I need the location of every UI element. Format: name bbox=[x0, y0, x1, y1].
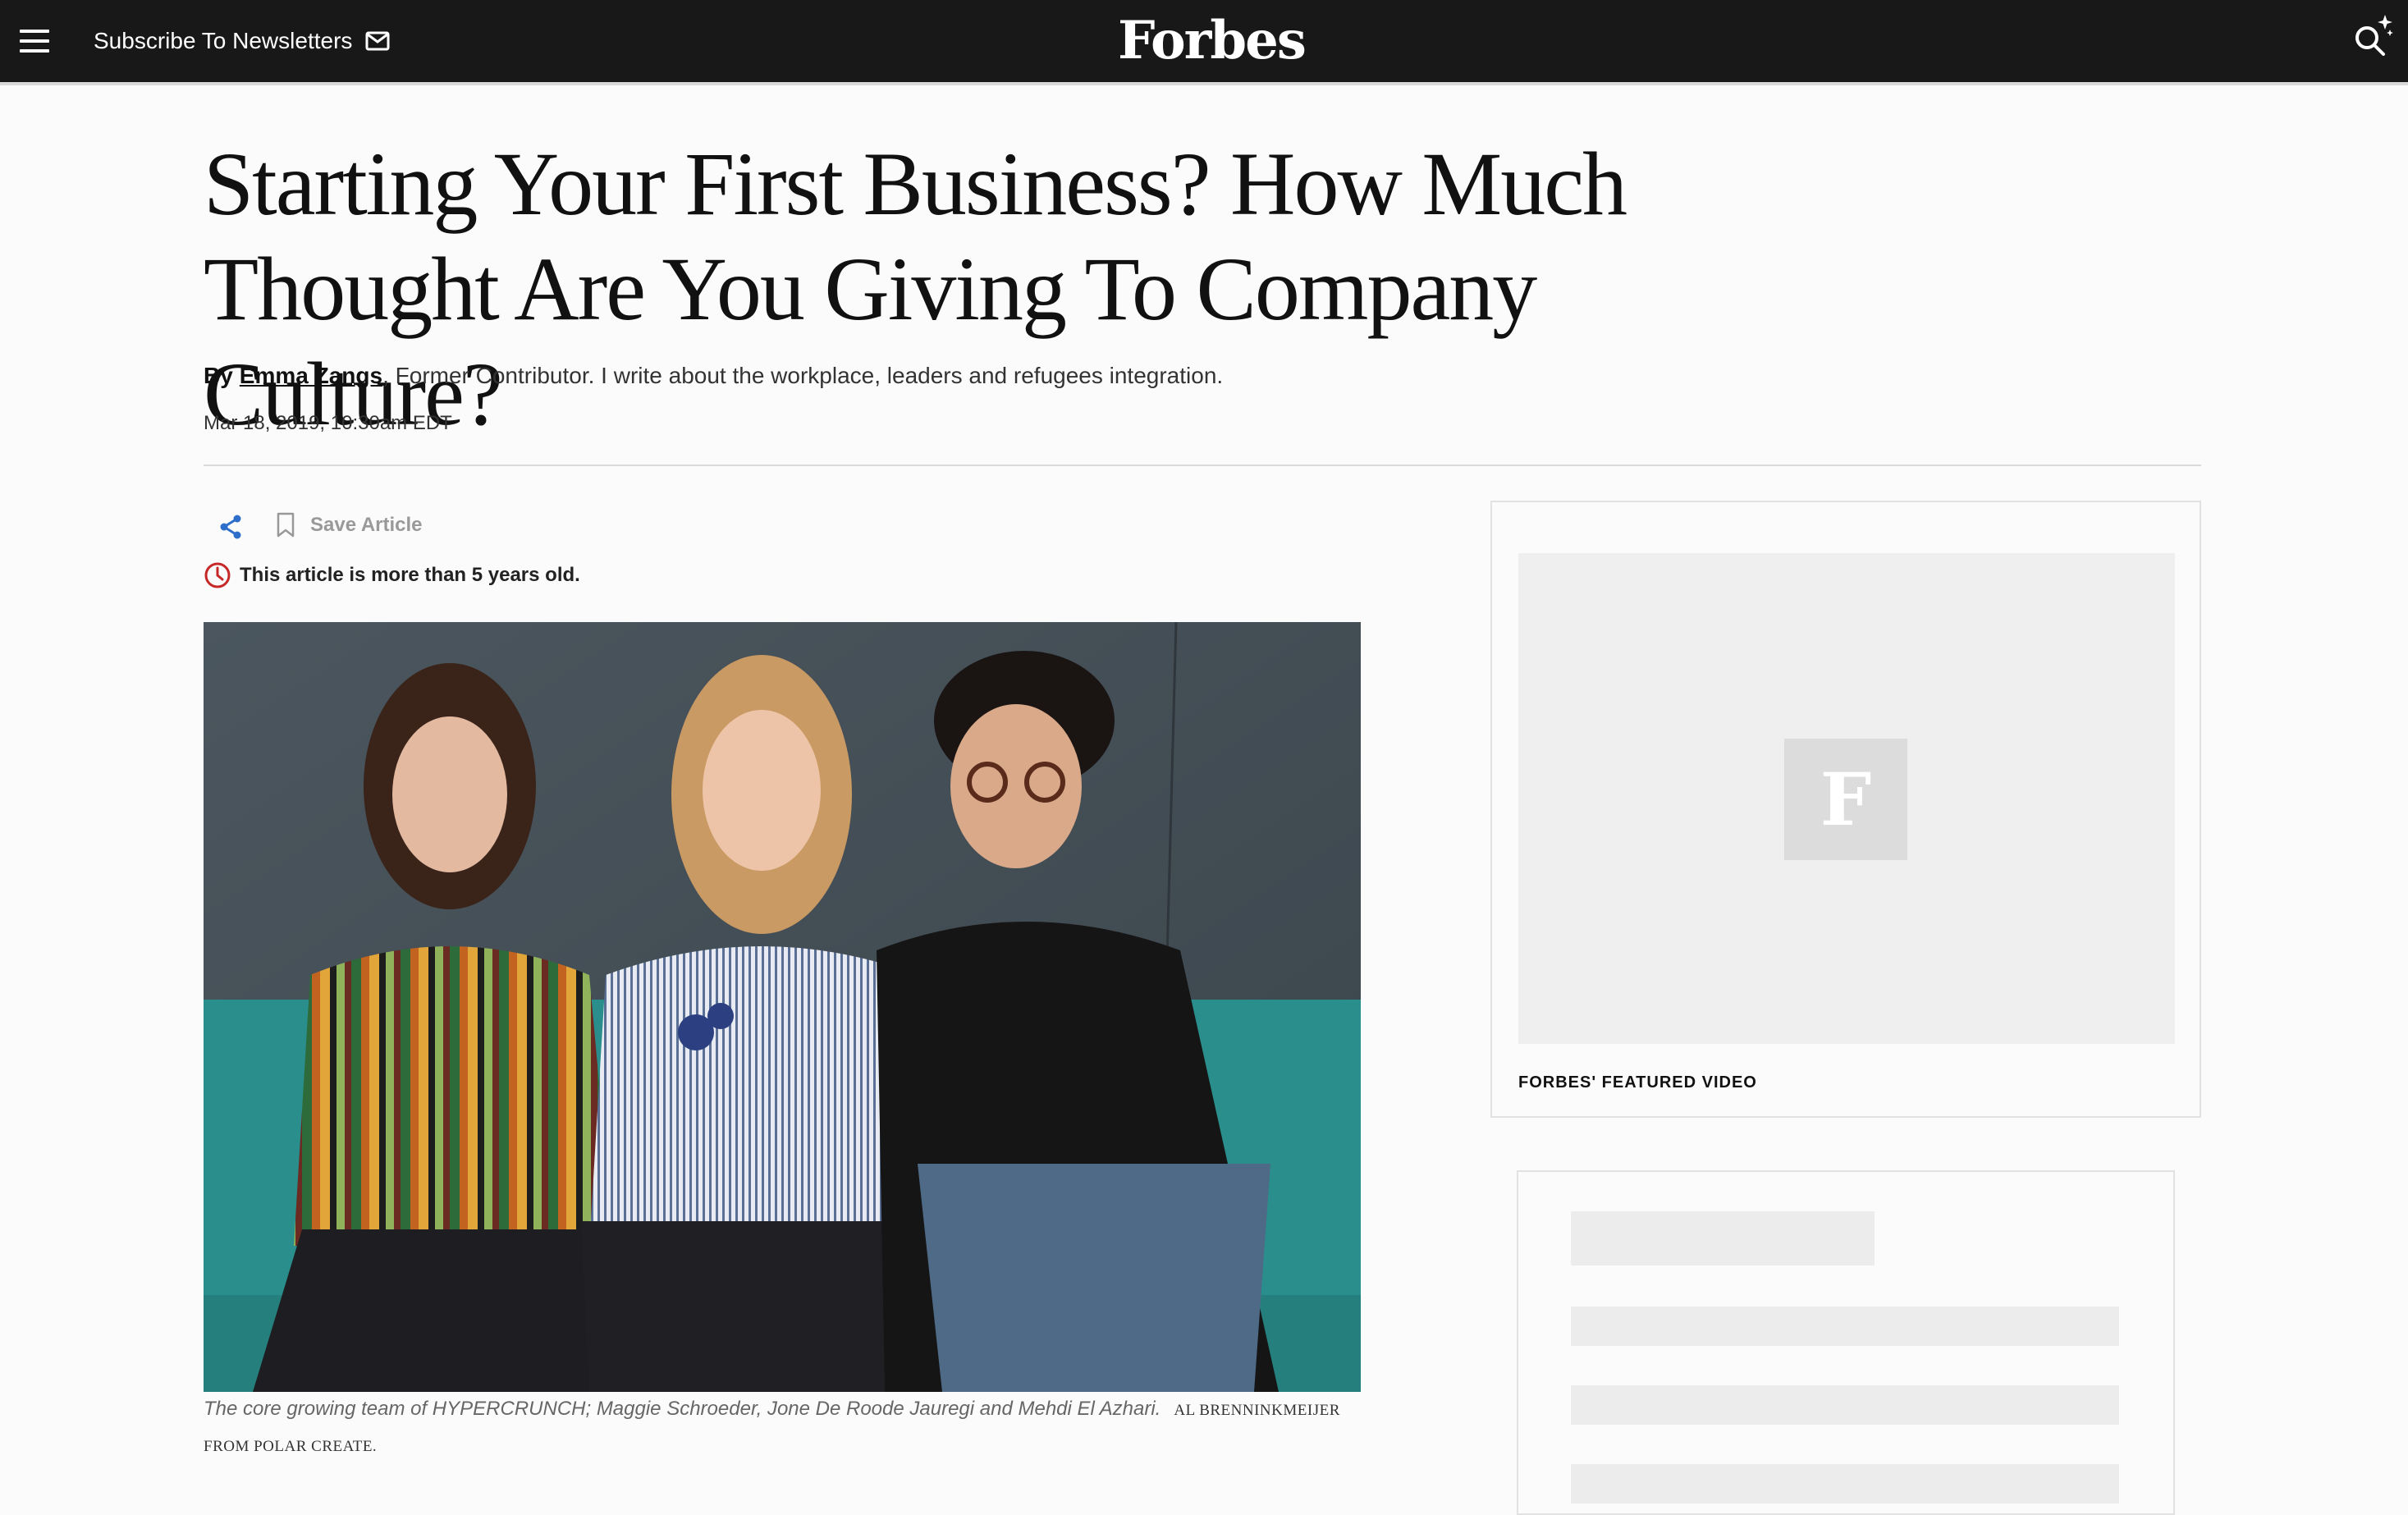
by-label: By bbox=[204, 363, 233, 388]
clock-alert-icon bbox=[204, 562, 231, 588]
team-photo-illustration bbox=[204, 622, 1361, 1392]
author-bio: , Former Contributor. I write about the … bbox=[382, 363, 1224, 388]
bookmark-icon bbox=[277, 512, 295, 538]
header-divider bbox=[204, 465, 2201, 466]
forbes-f-logo-icon: F bbox=[1784, 739, 1907, 860]
skeleton-line bbox=[1571, 1211, 1875, 1266]
search-sparkle-icon[interactable] bbox=[2349, 11, 2395, 61]
save-article-button[interactable]: Save Article bbox=[276, 512, 423, 538]
author-link[interactable]: Emma Zangs bbox=[240, 363, 382, 388]
featured-video-label: FORBES' FEATURED VIDEO bbox=[1518, 1073, 1757, 1092]
skeleton-line bbox=[1571, 1307, 2119, 1346]
age-notice-text: This article is more than 5 years old. bbox=[240, 564, 580, 586]
skeleton-line bbox=[1571, 1385, 2119, 1425]
article-age-notice: This article is more than 5 years old. bbox=[204, 561, 580, 589]
publish-date: Mar 18, 2019, 10:30am EDT bbox=[204, 412, 452, 434]
featured-video-card: F FORBES' FEATURED VIDEO bbox=[1490, 501, 2201, 1118]
forbes-logo[interactable]: Forbes bbox=[1118, 5, 1307, 77]
skeleton-line bbox=[1571, 1464, 2119, 1504]
article-lead-photo[interactable] bbox=[204, 622, 1361, 1392]
byline: By Emma Zangs, Former Contributor. I writ… bbox=[204, 363, 1223, 389]
share-icon[interactable] bbox=[218, 514, 243, 540]
top-nav-bar: Subscribe To Newsletters Forbes bbox=[0, 0, 2408, 85]
video-player[interactable]: F bbox=[1518, 553, 2175, 1044]
caption-text: The core growing team of HYPERCRUNCH; Ma… bbox=[204, 1398, 1161, 1420]
subscribe-newsletters-link[interactable]: Subscribe To Newsletters bbox=[94, 25, 390, 57]
photo-caption: The core growing team of HYPERCRUNCH; Ma… bbox=[204, 1392, 1361, 1464]
article-title: Starting Your First Business? How Much T… bbox=[204, 134, 1627, 444]
save-article-label: Save Article bbox=[310, 514, 423, 536]
loading-placeholder-card bbox=[1517, 1170, 2175, 1515]
subscribe-label: Subscribe To Newsletters bbox=[94, 28, 353, 53]
mail-icon bbox=[365, 31, 390, 51]
menu-icon[interactable] bbox=[20, 30, 49, 53]
